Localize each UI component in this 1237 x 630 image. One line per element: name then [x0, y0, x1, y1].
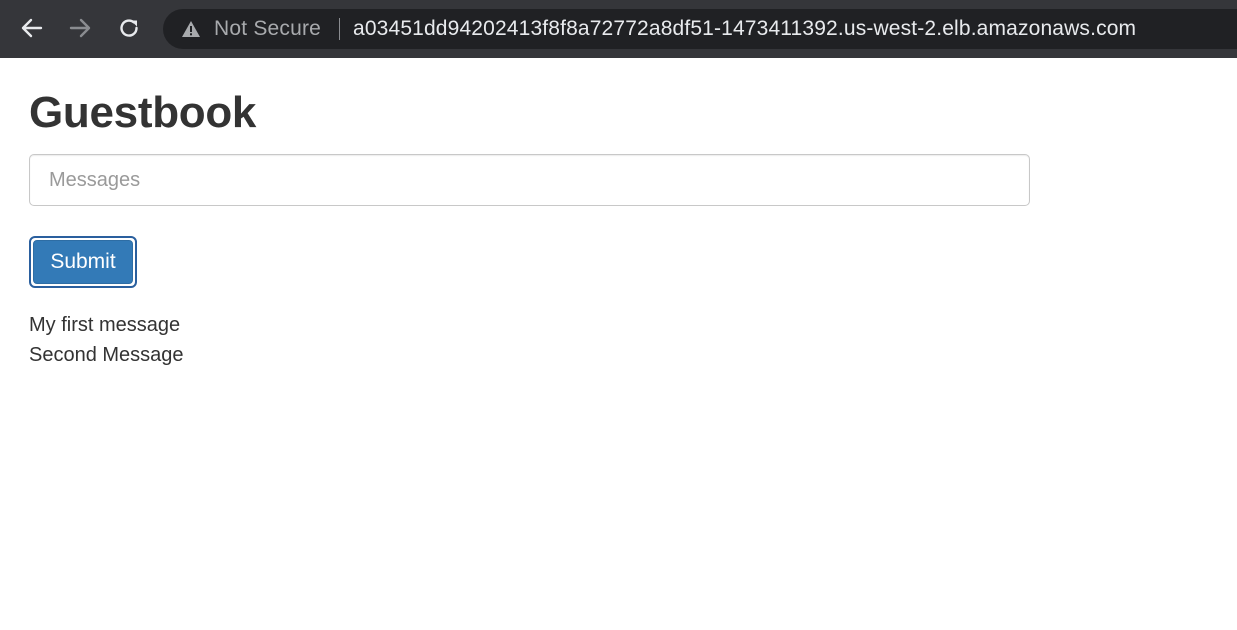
security-label: Not Secure: [214, 17, 322, 40]
address-bar[interactable]: Not Secure a03451dd94202413f8f8a72772a8d…: [163, 9, 1237, 49]
back-button[interactable]: [15, 11, 49, 45]
page-title: Guestbook: [29, 88, 257, 137]
messages-list: My first message Second Message: [29, 310, 184, 370]
reload-button[interactable]: [112, 11, 146, 45]
submit-button[interactable]: Submit: [29, 236, 137, 288]
arrow-right-icon: [69, 18, 91, 38]
message-item: My first message: [29, 314, 181, 336]
reload-icon: [120, 19, 138, 37]
security-indicator[interactable]: Not Secure: [181, 9, 321, 49]
message-item: Second Message: [29, 344, 184, 366]
omnibox-divider: [339, 18, 340, 40]
arrow-left-icon: [21, 18, 43, 38]
forward-button[interactable]: [63, 11, 97, 45]
browser-toolbar: Not Secure a03451dd94202413f8f8a72772a8d…: [0, 0, 1237, 58]
page-content: Guestbook Submit My first message Second…: [0, 58, 1237, 630]
url-text[interactable]: a03451dd94202413f8f8a72772a8df51-1473411…: [353, 9, 1136, 49]
messages-input[interactable]: [29, 154, 1030, 206]
submit-button-label: Submit: [33, 240, 133, 284]
warning-triangle-icon: [181, 19, 201, 39]
